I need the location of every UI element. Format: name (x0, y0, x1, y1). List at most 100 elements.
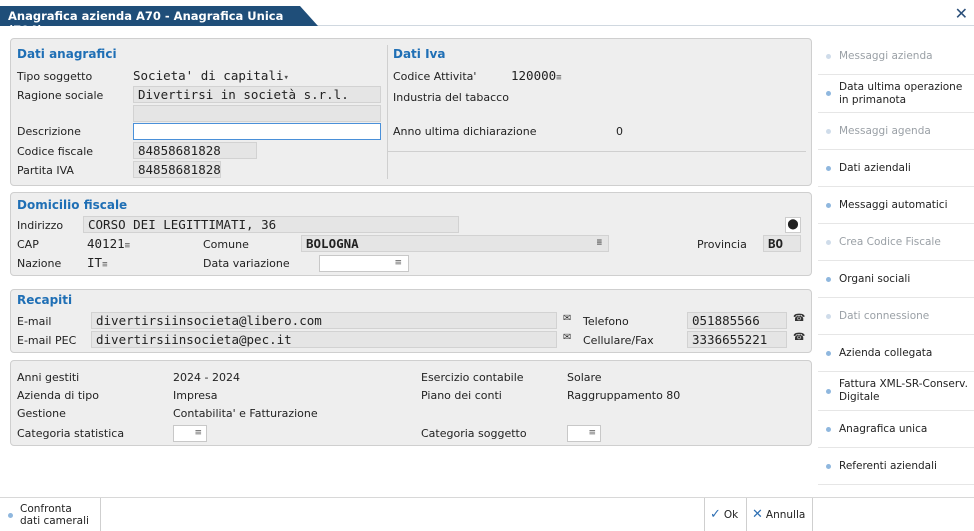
panel-recapiti: Recapiti E-mail divertirsiinsocieta@libe… (10, 289, 812, 353)
cellulare-field[interactable]: 3336655221 (687, 331, 787, 348)
provincia-label: Provincia (697, 238, 747, 251)
indirizzo-field[interactable]: CORSO DEI LEGITTIMATI, 36 (83, 216, 459, 233)
telefono-label: Telefono (583, 315, 629, 328)
hamburger-icon: ≡ (596, 238, 602, 248)
side-item-crea-codice-fiscale[interactable]: Crea Codice Fiscale (818, 224, 974, 261)
check-icon: ✓ (710, 507, 721, 522)
gestione-value: Contabilita' e Fatturazione (173, 407, 318, 420)
bullet-icon (826, 313, 831, 319)
annulla-label: Annulla (765, 508, 806, 521)
panel-info: Anni gestiti 2024 - 2024 Azienda di tipo… (10, 360, 812, 446)
mail-icon[interactable]: ✉ (563, 313, 571, 324)
side-item-azienda-collegata[interactable]: Azienda collegata (818, 335, 974, 372)
phone-icon[interactable]: ☎ (793, 313, 805, 324)
anni-gestiti-value: 2024 - 2024 (173, 371, 240, 384)
categoria-statistica-label: Categoria statistica (17, 427, 125, 440)
categoria-statistica-input[interactable]: ≡ (173, 425, 207, 442)
side-item-label: Messaggi azienda (839, 49, 933, 62)
side-item-label: Dati aziendali (839, 161, 911, 174)
bullet-icon (826, 165, 831, 171)
email-field[interactable]: divertirsiinsocieta@libero.com (91, 312, 557, 329)
map-pin-icon[interactable]: ⬤ (785, 217, 801, 233)
side-item-messaggi-azienda[interactable]: Messaggi azienda (818, 38, 974, 75)
divider (388, 151, 806, 152)
data-variazione-input[interactable]: ≡ (319, 255, 409, 272)
comune-field[interactable]: BOLOGNA ≡ (301, 235, 609, 252)
hamburger-icon: ≡ (124, 241, 131, 251)
email-label: E-mail (17, 315, 52, 328)
tipo-soggetto-value: Societa' di capitali (133, 68, 284, 83)
phone-icon[interactable]: ☎ (793, 332, 805, 343)
close-icon[interactable]: ✕ (955, 4, 968, 23)
side-item-label: Fattura XML-SR-Conserv. Digitale (839, 378, 968, 403)
telefono-field[interactable]: 051885566 (687, 312, 787, 329)
side-item-dati-aziendali[interactable]: Dati aziendali (818, 150, 974, 187)
ragione-sociale-line2-field[interactable] (133, 105, 381, 122)
bullet-icon (826, 91, 831, 96)
nazione-label: Nazione (17, 257, 62, 270)
hamburger-icon: ≡ (556, 73, 562, 83)
cap-field[interactable]: 40121≡ (87, 236, 130, 251)
comune-value: BOLOGNA (306, 236, 359, 251)
side-item-organi-sociali[interactable]: Organi sociali (818, 261, 974, 298)
side-item-referenti-aziendali[interactable]: Referenti aziendali (818, 448, 974, 485)
categoria-soggetto-input[interactable]: ≡ (567, 425, 601, 442)
anni-gestiti-label: Anni gestiti (17, 371, 80, 384)
tipo-soggetto-select[interactable]: Societa' di capitali▾ (133, 68, 289, 83)
side-item-messaggi-automatici[interactable]: Messaggi automatici (818, 187, 974, 224)
bullet-icon (826, 388, 831, 394)
provincia-field[interactable]: BO (763, 235, 801, 252)
bullet-icon (826, 128, 831, 134)
annulla-button[interactable]: ✕ Annulla (752, 507, 805, 522)
descrizione-label: Descrizione (17, 125, 81, 138)
anno-ultima-value: 0 (616, 125, 623, 138)
esercizio-value: Solare (567, 371, 602, 384)
ragione-sociale-field[interactable]: Divertirsi in società s.r.l. (133, 86, 381, 103)
pec-field[interactable]: divertirsiinsocieta@pec.it (91, 331, 557, 348)
bullet-icon (826, 276, 831, 282)
indirizzo-label: Indirizzo (17, 219, 64, 232)
panel-anagrafica: Dati anagrafici Tipo soggetto Societa' d… (10, 38, 812, 186)
side-item-label: Data ultima operazione in primanota (839, 80, 963, 106)
side-item-anagrafica-unica[interactable]: Anagrafica unica (818, 411, 974, 448)
side-item-data-ultima-operazione[interactable]: Data ultima operazione in primanota (818, 75, 974, 113)
hamburger-icon: ≡ (394, 258, 402, 268)
mail-icon[interactable]: ✉ (563, 332, 571, 343)
attivita-description: Industria del tabacco (393, 91, 509, 104)
side-item-label: Messaggi automatici (839, 198, 948, 211)
gestione-label: Gestione (17, 407, 66, 420)
codice-attivita-label: Codice Attivita' (393, 70, 477, 83)
partita-iva-field[interactable]: 84858681828 (133, 161, 221, 178)
side-item-label: Messaggi agenda (839, 124, 931, 137)
title-bar: Anagrafica azienda A70 - Anagrafica Unic… (0, 0, 974, 26)
dropdown-icon: ▾ (283, 73, 289, 83)
bullet-icon (826, 202, 831, 208)
confronta-dati-camerali-button[interactable]: Confronta dati camerali (8, 502, 98, 528)
cellulare-label: Cellulare/Fax (583, 334, 654, 347)
side-item-label: Anagrafica unica (839, 422, 928, 435)
nazione-field[interactable]: IT≡ (87, 255, 107, 270)
side-item-label: Referenti aziendali (839, 459, 937, 472)
side-item-fattura-xml[interactable]: Fattura XML-SR-Conserv. Digitale (818, 372, 974, 411)
codice-fiscale-field[interactable]: 84858681828 (133, 142, 257, 159)
ok-label: Ok (723, 508, 739, 521)
side-item-dati-connessione[interactable]: Dati connessione (818, 298, 974, 335)
section-title-domicilio: Domicilio fiscale (17, 198, 128, 212)
side-item-label: Dati connessione (839, 309, 930, 322)
data-variazione-label: Data variazione (203, 257, 290, 270)
codice-attivita-field[interactable]: 120000≡ (511, 68, 562, 83)
side-item-messaggi-agenda[interactable]: Messaggi agenda (818, 113, 974, 150)
divider (812, 498, 813, 531)
ok-button[interactable]: ✓ Ok (710, 507, 738, 522)
side-item-label: Azienda collegata (839, 346, 933, 359)
bullet-icon (826, 239, 831, 245)
section-title-iva: Dati Iva (393, 47, 446, 61)
descrizione-input[interactable] (133, 123, 381, 140)
bullet-icon (826, 463, 831, 469)
bullet-icon (826, 426, 831, 432)
confronta-label: Confronta dati camerali (20, 503, 89, 527)
side-item-label: Organi sociali (839, 272, 911, 285)
cap-value: 40121 (87, 236, 125, 251)
categoria-soggetto-label: Categoria soggetto (421, 427, 527, 440)
piano-conti-label: Piano dei conti (421, 389, 502, 402)
